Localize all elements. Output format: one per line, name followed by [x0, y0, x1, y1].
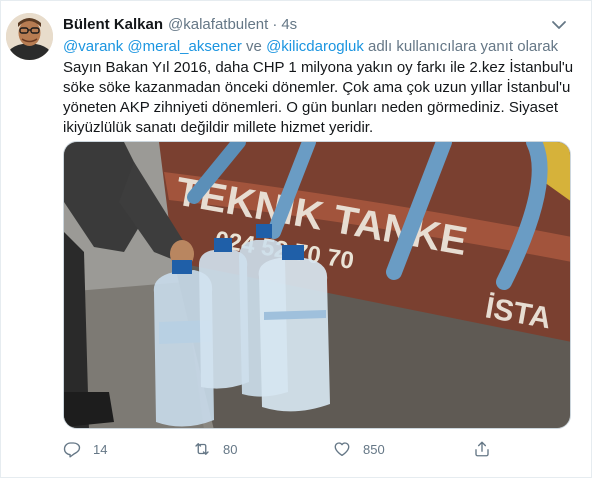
avatar-image: [6, 13, 53, 60]
mention-link[interactable]: @meral_aksener: [127, 38, 241, 55]
author-name[interactable]: Bülent Kalkan: [63, 16, 163, 33]
media-photo: TEKNİK TANKE 024 52 70 70 İSTA: [64, 142, 570, 428]
heart-icon: [334, 442, 350, 457]
chevron-down-icon[interactable]: [549, 15, 569, 35]
tweet-text-line: söke söke kazanmadan önceki dönemler. Ço…: [63, 79, 571, 96]
reply-button[interactable]: 14: [63, 438, 107, 460]
reply-count: 14: [93, 441, 108, 457]
tweet-text-line: yöneten AKP zihniyeti dönemleri. O gün b…: [63, 99, 559, 116]
tweet-media[interactable]: TEKNİK TANKE 024 52 70 70 İSTA: [63, 141, 571, 429]
reply-context: @varank @meral_aksener ve @kilicdarogluk…: [63, 38, 558, 55]
avatar[interactable]: [6, 13, 53, 60]
mention-link[interactable]: @kilicdarogluk: [266, 38, 364, 55]
like-count: 850: [363, 441, 385, 457]
tweet-text: Sayın Bakan Yıl 2016, daha CHP 1 milyona…: [63, 58, 573, 138]
retweet-icon: [195, 443, 209, 455]
tweet-text-line: ikiyüzlülük sanatı değildir millete hizm…: [63, 119, 374, 136]
tweet-actions: 14 80 850: [63, 438, 563, 460]
share-icon: [475, 441, 489, 457]
retweet-count: 80: [223, 441, 238, 457]
reply-suffix: adlı kullanıcılara yanıt olarak: [368, 38, 559, 55]
tweet-header: Bülent Kalkan @kalafatbulent · 4s: [63, 14, 551, 34]
tweet[interactable]: Bülent Kalkan @kalafatbulent · 4s @varan…: [0, 0, 592, 478]
share-button[interactable]: [473, 438, 503, 460]
separator-dot: ·: [272, 15, 278, 33]
tweet-time[interactable]: 4s: [281, 16, 297, 33]
mention-link[interactable]: @varank: [63, 38, 123, 55]
author-handle[interactable]: @kalafatbulent: [168, 16, 268, 33]
reply-connector: ve: [246, 38, 262, 55]
like-button[interactable]: 850: [333, 438, 385, 460]
retweet-button[interactable]: 80: [193, 438, 237, 460]
reply-icon: [63, 442, 81, 458]
tweet-text-line: Sayın Bakan Yıl 2016, daha CHP 1 milyona…: [63, 59, 574, 76]
